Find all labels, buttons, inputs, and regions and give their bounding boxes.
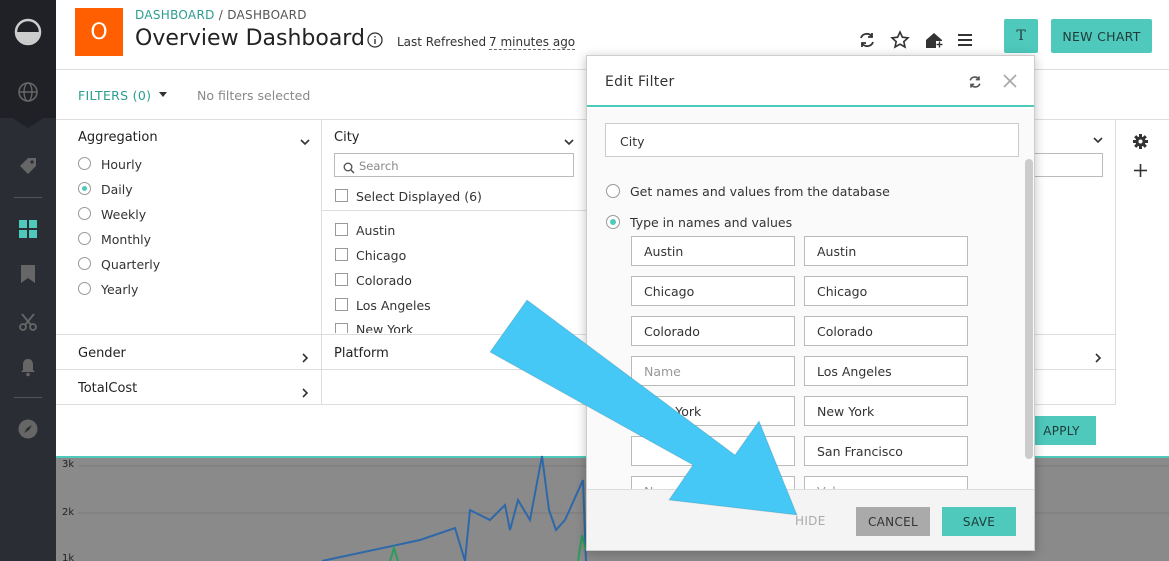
value-input[interactable]: Colorado <box>804 316 968 346</box>
save-button[interactable]: SAVE <box>942 507 1016 536</box>
series-line <box>321 455 587 561</box>
name-input[interactable] <box>631 436 795 466</box>
close-icon[interactable] <box>1002 73 1018 89</box>
value-input[interactable]: Chicago <box>804 276 968 306</box>
option-database-radio[interactable] <box>606 184 620 198</box>
hide-button[interactable]: HIDE <box>795 514 826 528</box>
option-type-label: Type in names and values <box>630 215 793 230</box>
name-input[interactable]: Name <box>631 356 795 386</box>
cancel-button[interactable]: CANCEL <box>856 507 930 536</box>
value-input[interactable]: San Francisco <box>804 436 968 466</box>
modal-title: Edit Filter <box>605 74 675 90</box>
refresh-icon[interactable] <box>967 74 983 90</box>
option-type-radio[interactable] <box>606 215 620 229</box>
modal-footer: HIDE CANCEL SAVE <box>587 489 1034 550</box>
modal-scrollbar[interactable] <box>1025 159 1033 459</box>
value-input[interactable]: Austin <box>804 236 968 266</box>
name-input[interactable]: Chicago <box>631 276 795 306</box>
name-input[interactable]: Austin <box>631 236 795 266</box>
option-database-label: Get names and values from the database <box>630 184 890 199</box>
value-input[interactable]: New York <box>804 396 968 426</box>
modal-header: Edit Filter <box>587 56 1034 107</box>
name-input[interactable]: Name <box>631 476 795 489</box>
value-input[interactable]: Los Angeles <box>804 356 968 386</box>
modal-body: City Get names and values from the datab… <box>587 109 1034 489</box>
edit-filter-modal: Edit Filter City Get names and values fr… <box>586 55 1035 551</box>
name-input[interactable]: New York <box>631 396 795 426</box>
value-input[interactable]: Value <box>804 476 968 489</box>
filter-name-input[interactable]: City <box>605 123 1019 157</box>
series-line <box>389 544 399 561</box>
name-input[interactable]: Colorado <box>631 316 795 346</box>
